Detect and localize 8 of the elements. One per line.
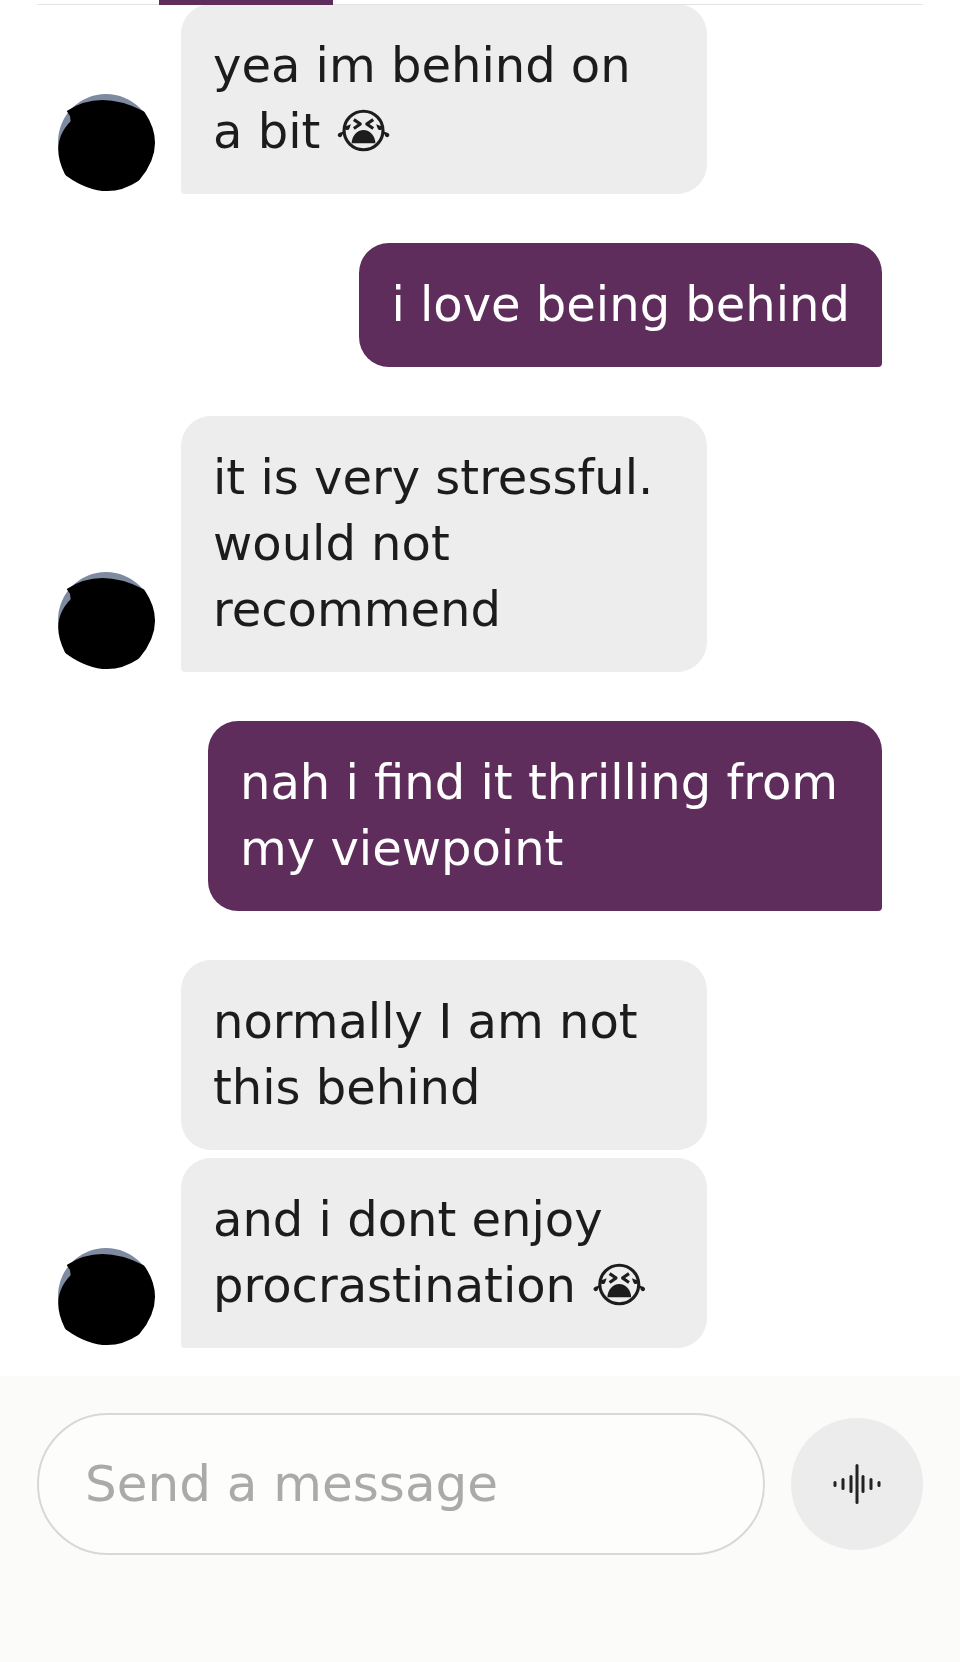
message-text: nah i find it thrilling from my viewpoint [240, 754, 839, 876]
waveform-icon [832, 1464, 882, 1504]
message-text: yea im behind on a bit 😭 [213, 37, 631, 159]
message-input[interactable]: Send a message [37, 1413, 765, 1555]
message-text: normally I am not this behind [213, 993, 638, 1115]
message-text: and i dont enjoy procrastination 😭 [213, 1191, 648, 1313]
message-text: it is very stressful. would not recommend [213, 449, 654, 637]
message-text: i love being behind [391, 276, 850, 332]
